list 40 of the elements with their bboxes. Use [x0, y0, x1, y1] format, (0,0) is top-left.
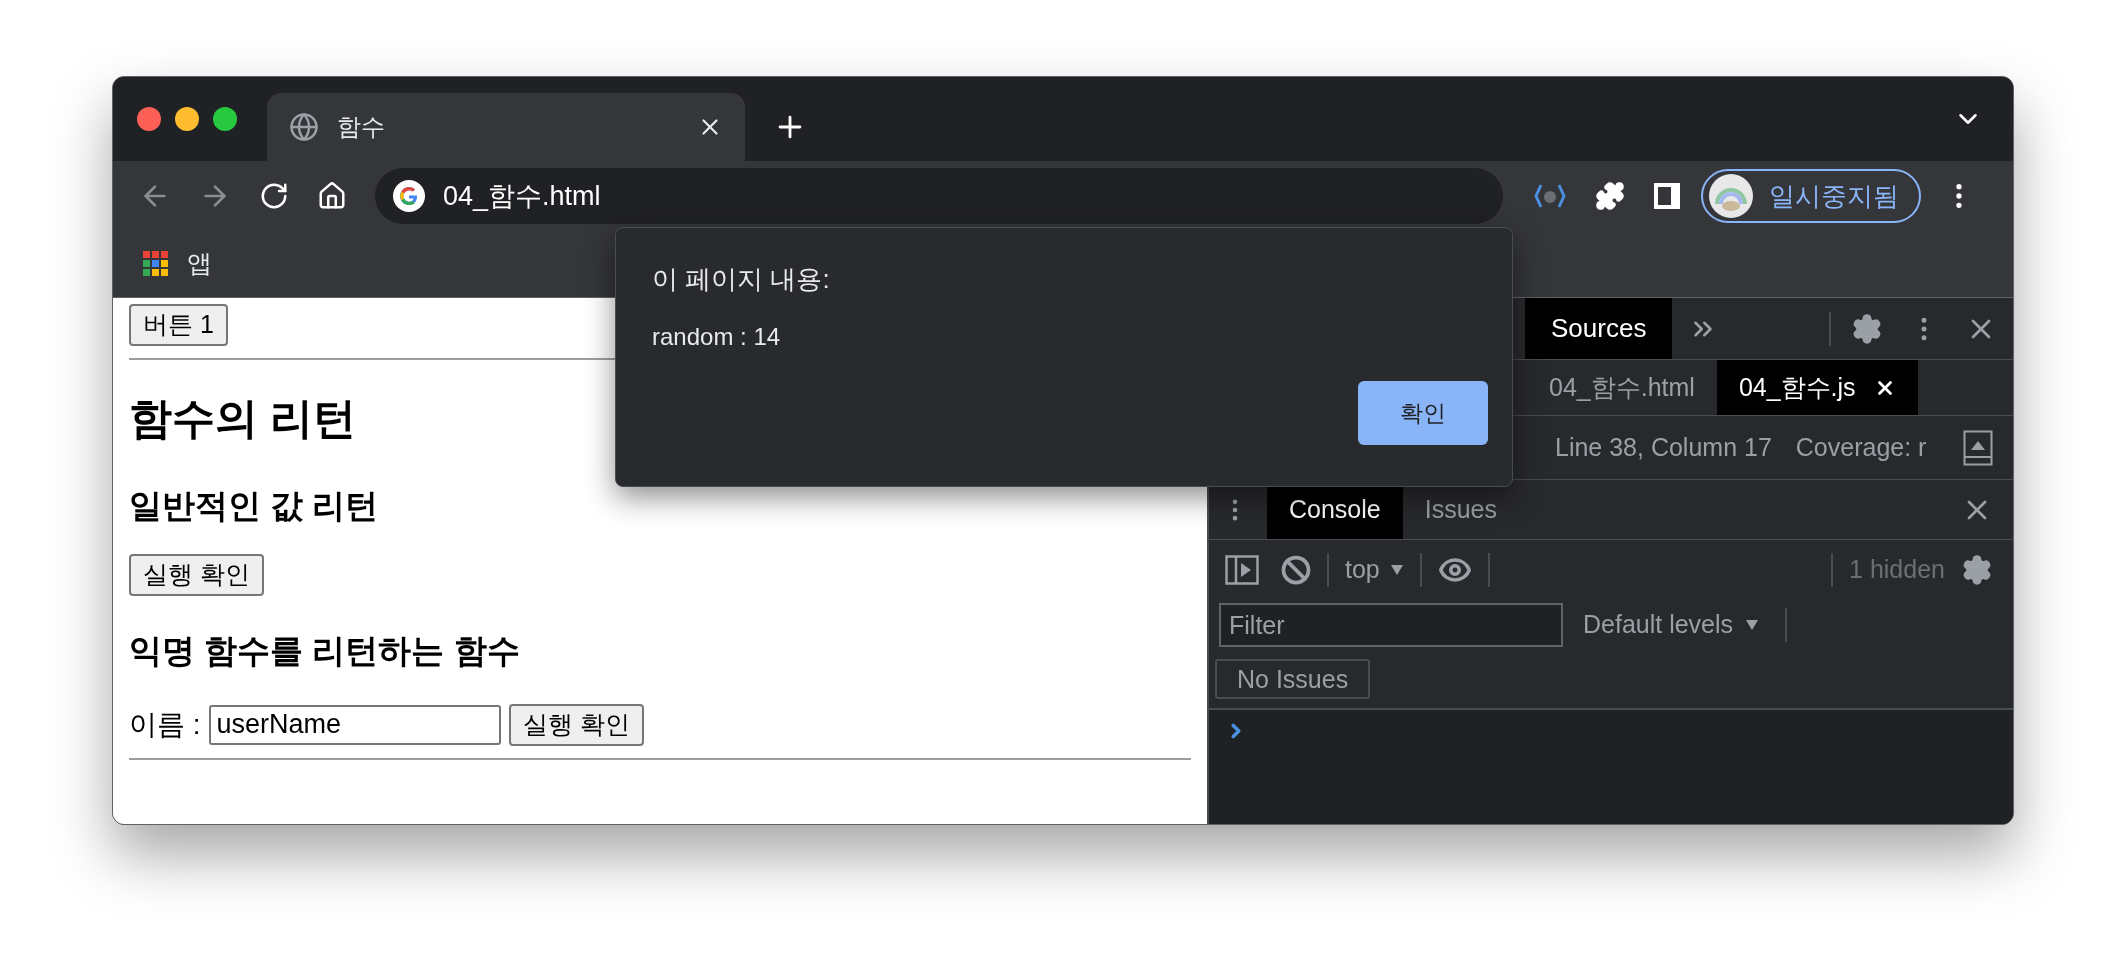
- file-tab[interactable]: 04_함수.js: [1716, 360, 1918, 415]
- home-icon[interactable]: [317, 181, 347, 211]
- page-button[interactable]: 실행 확인: [508, 703, 644, 746]
- tab-title: 함수: [337, 112, 386, 142]
- name-label: 이름 :: [129, 707, 201, 742]
- clear-console-icon[interactable]: [1281, 555, 1311, 585]
- dialog-message: random : 14: [652, 322, 782, 352]
- section-heading: 익명 함수를 리턴하는 함수: [129, 631, 521, 671]
- context-selector[interactable]: top: [1345, 551, 1404, 589]
- dropdown-caret-icon: [1745, 619, 1760, 631]
- google-logo-icon: [393, 180, 425, 212]
- page-heading: 함수의 리턴: [129, 393, 357, 444]
- page-button[interactable]: 실행 확인: [129, 554, 264, 596]
- section-heading: 일반적인 값 리턴: [129, 485, 380, 526]
- apps-grid-icon: [143, 251, 169, 277]
- file-tab[interactable]: 04_함수.html: [1527, 360, 1717, 415]
- side-panel-icon[interactable]: [1653, 182, 1681, 210]
- address-text: 04_함수.html: [443, 179, 601, 213]
- bookmark-item[interactable]: 앱: [143, 245, 212, 283]
- browser-tab[interactable]: 함수: [267, 93, 745, 161]
- hidden-count: 1 hidden: [1849, 554, 1945, 586]
- avatar-icon: [1709, 174, 1753, 218]
- dropdown-caret-icon: [1389, 564, 1404, 576]
- filter-field[interactable]: Filter: [1219, 603, 1563, 647]
- ok-button[interactable]: 확인: [1358, 381, 1488, 445]
- profile-button[interactable]: 일시중지됨: [1701, 169, 1921, 223]
- globe-icon: [289, 112, 319, 142]
- log-levels-dropdown[interactable]: Default levels: [1583, 606, 1760, 644]
- issues-button[interactable]: No Issues: [1215, 659, 1371, 699]
- sidebar-toggle-icon[interactable]: [1225, 555, 1259, 585]
- reload-icon[interactable]: [259, 181, 289, 211]
- coverage-label: Coverage: r: [1795, 431, 1928, 463]
- devtools-tab[interactable]: Sources: [1525, 298, 1673, 359]
- address-bar[interactable]: 04_함수.html: [375, 168, 1503, 224]
- dialog-title: 이 페이지 내용:: [652, 263, 831, 296]
- profile-label: 일시중지됨: [1769, 179, 1899, 213]
- page-button[interactable]: 버튼 1: [129, 304, 228, 346]
- name-input[interactable]: userName: [208, 704, 501, 745]
- cursor-position: Line 38, Column 17: [1555, 431, 1772, 463]
- toggle-drawer-icon[interactable]: [1963, 429, 1993, 466]
